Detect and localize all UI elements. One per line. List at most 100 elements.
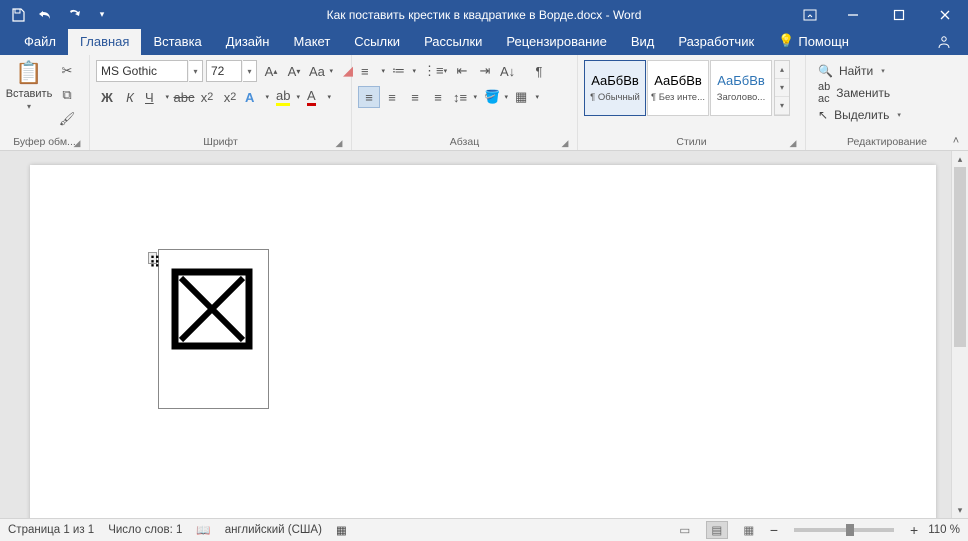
grow-font-button[interactable]: A▴ bbox=[260, 60, 282, 82]
document-canvas[interactable]: ⠿ bbox=[0, 151, 951, 518]
font-size-input[interactable] bbox=[206, 60, 242, 82]
ribbon-display-options-icon[interactable] bbox=[790, 0, 830, 29]
numbering-button[interactable]: ≔▾ bbox=[389, 60, 419, 82]
tab-developer[interactable]: Разработчик bbox=[666, 29, 766, 55]
multilevel-list-button[interactable]: ⋮≡▾ bbox=[420, 60, 450, 82]
cursor-icon: ↖ bbox=[818, 108, 828, 122]
tab-mailings[interactable]: Рассылки bbox=[412, 29, 494, 55]
clipboard-launcher-icon[interactable]: ◢ bbox=[71, 137, 83, 149]
styles-gallery[interactable]: АаБбВв¶ Обычный АаБбВв¶ Без инте... АаБб… bbox=[582, 58, 792, 118]
numbering-icon: ≔ bbox=[392, 63, 405, 79]
sort-button[interactable]: A↓ bbox=[497, 60, 527, 82]
word-count[interactable]: Число слов: 1 bbox=[108, 524, 182, 536]
spellcheck-icon[interactable]: 📖 bbox=[196, 523, 210, 537]
styles-launcher-icon[interactable]: ◢ bbox=[787, 137, 799, 149]
scroll-down-button[interactable]: ▾ bbox=[952, 502, 968, 518]
collapse-ribbon-button[interactable]: ˄ bbox=[948, 134, 964, 148]
show-marks-button[interactable]: ¶ bbox=[528, 60, 550, 82]
qat-customize-icon[interactable]: ▾ bbox=[90, 3, 114, 27]
print-layout-button[interactable]: ▤ bbox=[706, 521, 728, 539]
share-button[interactable] bbox=[920, 29, 968, 55]
tab-tell-me[interactable]: 💡Помощн bbox=[766, 28, 861, 55]
tab-layout[interactable]: Макет bbox=[281, 29, 342, 55]
font-color-button[interactable]: A▾ bbox=[304, 86, 334, 108]
bold-button[interactable]: Ж bbox=[96, 86, 118, 108]
align-left-icon: ≡ bbox=[365, 90, 373, 105]
brush-icon: 🖌 bbox=[59, 111, 76, 127]
shading-button[interactable]: 🪣▾ bbox=[481, 86, 511, 108]
zoom-slider[interactable] bbox=[794, 528, 894, 532]
italic-button[interactable]: К bbox=[119, 86, 141, 108]
tab-review[interactable]: Рецензирование bbox=[494, 29, 618, 55]
increase-indent-button[interactable]: ⇥ bbox=[474, 60, 496, 82]
styles-scroll-down[interactable]: ▾ bbox=[775, 79, 789, 97]
multilevel-icon: ⋮≡ bbox=[423, 63, 444, 79]
style-no-spacing[interactable]: АаБбВв¶ Без инте... bbox=[647, 60, 709, 116]
cut-button[interactable]: ✂ bbox=[56, 60, 78, 82]
page[interactable]: ⠿ bbox=[30, 165, 936, 518]
replace-button[interactable]: abacЗаменить bbox=[814, 82, 905, 104]
read-mode-button[interactable]: ▭ bbox=[674, 521, 696, 539]
decrease-indent-button[interactable]: ⇤ bbox=[451, 60, 473, 82]
zoom-out-button[interactable]: − bbox=[770, 522, 778, 538]
scroll-thumb[interactable] bbox=[954, 167, 966, 347]
borders-button[interactable]: ▦▾ bbox=[512, 86, 542, 108]
minimize-button[interactable] bbox=[830, 0, 876, 29]
web-layout-button[interactable]: ▦ bbox=[738, 521, 760, 539]
vertical-scrollbar[interactable]: ▴ ▾ bbox=[951, 151, 968, 518]
page-indicator[interactable]: Страница 1 из 1 bbox=[8, 524, 94, 536]
highlight-button[interactable]: ab▾ bbox=[273, 86, 303, 108]
align-center-button[interactable]: ≡ bbox=[381, 86, 403, 108]
find-button[interactable]: 🔍Найти▾ bbox=[814, 60, 905, 82]
zoom-in-button[interactable]: + bbox=[910, 522, 918, 538]
align-right-button[interactable]: ≡ bbox=[404, 86, 426, 108]
tab-design[interactable]: Дизайн bbox=[214, 29, 282, 55]
font-name-input[interactable] bbox=[96, 60, 188, 82]
font-name-dropdown-icon[interactable]: ▾ bbox=[189, 60, 203, 82]
format-painter-button[interactable]: 🖌 bbox=[56, 108, 78, 130]
scroll-up-button[interactable]: ▴ bbox=[952, 151, 968, 167]
maximize-button[interactable] bbox=[876, 0, 922, 29]
copy-button[interactable]: ⧉ bbox=[56, 84, 78, 106]
save-icon[interactable] bbox=[6, 3, 30, 27]
change-case-button[interactable]: Aa▾ bbox=[306, 60, 336, 82]
bullets-button[interactable]: ≡▾ bbox=[358, 60, 388, 82]
bullets-icon: ≡ bbox=[361, 64, 369, 79]
styles-scroll-up[interactable]: ▴ bbox=[775, 61, 789, 79]
text-box[interactable]: ⠿ bbox=[158, 249, 269, 409]
tab-view[interactable]: Вид bbox=[619, 29, 667, 55]
align-center-icon: ≡ bbox=[388, 90, 396, 105]
tab-home[interactable]: Главная bbox=[68, 29, 141, 55]
title-bar: ▾ Как поставить крестик в квадратике в В… bbox=[0, 0, 968, 29]
superscript-button[interactable]: x2 bbox=[219, 86, 241, 108]
redo-icon[interactable] bbox=[62, 3, 86, 27]
style-normal[interactable]: АаБбВв¶ Обычный bbox=[584, 60, 646, 116]
zoom-slider-thumb[interactable] bbox=[846, 524, 854, 536]
underline-button[interactable]: Ч▾ bbox=[142, 86, 172, 108]
justify-button[interactable]: ≡ bbox=[427, 86, 449, 108]
font-launcher-icon[interactable]: ◢ bbox=[333, 137, 345, 149]
textbox-anchor-handle[interactable]: ⠿ bbox=[148, 252, 157, 264]
language-indicator[interactable]: английский (США) bbox=[225, 524, 322, 536]
paint-bucket-icon: 🪣 bbox=[484, 89, 500, 105]
undo-icon[interactable] bbox=[34, 3, 58, 27]
text-effects-button[interactable]: A▾ bbox=[242, 86, 272, 108]
paragraph-launcher-icon[interactable]: ◢ bbox=[559, 137, 571, 149]
tab-tell-me-label: Помощн bbox=[798, 34, 849, 49]
line-spacing-button[interactable]: ↕≡▾ bbox=[450, 86, 480, 108]
align-left-button[interactable]: ≡ bbox=[358, 86, 380, 108]
paste-button[interactable]: 📋 Вставить ▾ bbox=[4, 58, 54, 113]
tab-insert[interactable]: Вставка bbox=[141, 29, 213, 55]
tab-references[interactable]: Ссылки bbox=[342, 29, 412, 55]
strikethrough-button[interactable]: abc bbox=[173, 86, 195, 108]
font-size-dropdown-icon[interactable]: ▾ bbox=[243, 60, 257, 82]
zoom-level[interactable]: 110 % bbox=[928, 524, 960, 536]
style-heading1[interactable]: АаБбВвЗаголово... bbox=[710, 60, 772, 116]
styles-expand[interactable]: ▾ bbox=[775, 97, 789, 115]
shrink-font-button[interactable]: A▾ bbox=[283, 60, 305, 82]
close-button[interactable] bbox=[922, 0, 968, 29]
macro-icon[interactable]: ▦ bbox=[336, 523, 347, 537]
subscript-button[interactable]: x2 bbox=[196, 86, 218, 108]
tab-file[interactable]: Файл bbox=[12, 29, 68, 55]
select-button[interactable]: ↖Выделить▾ bbox=[814, 104, 905, 126]
